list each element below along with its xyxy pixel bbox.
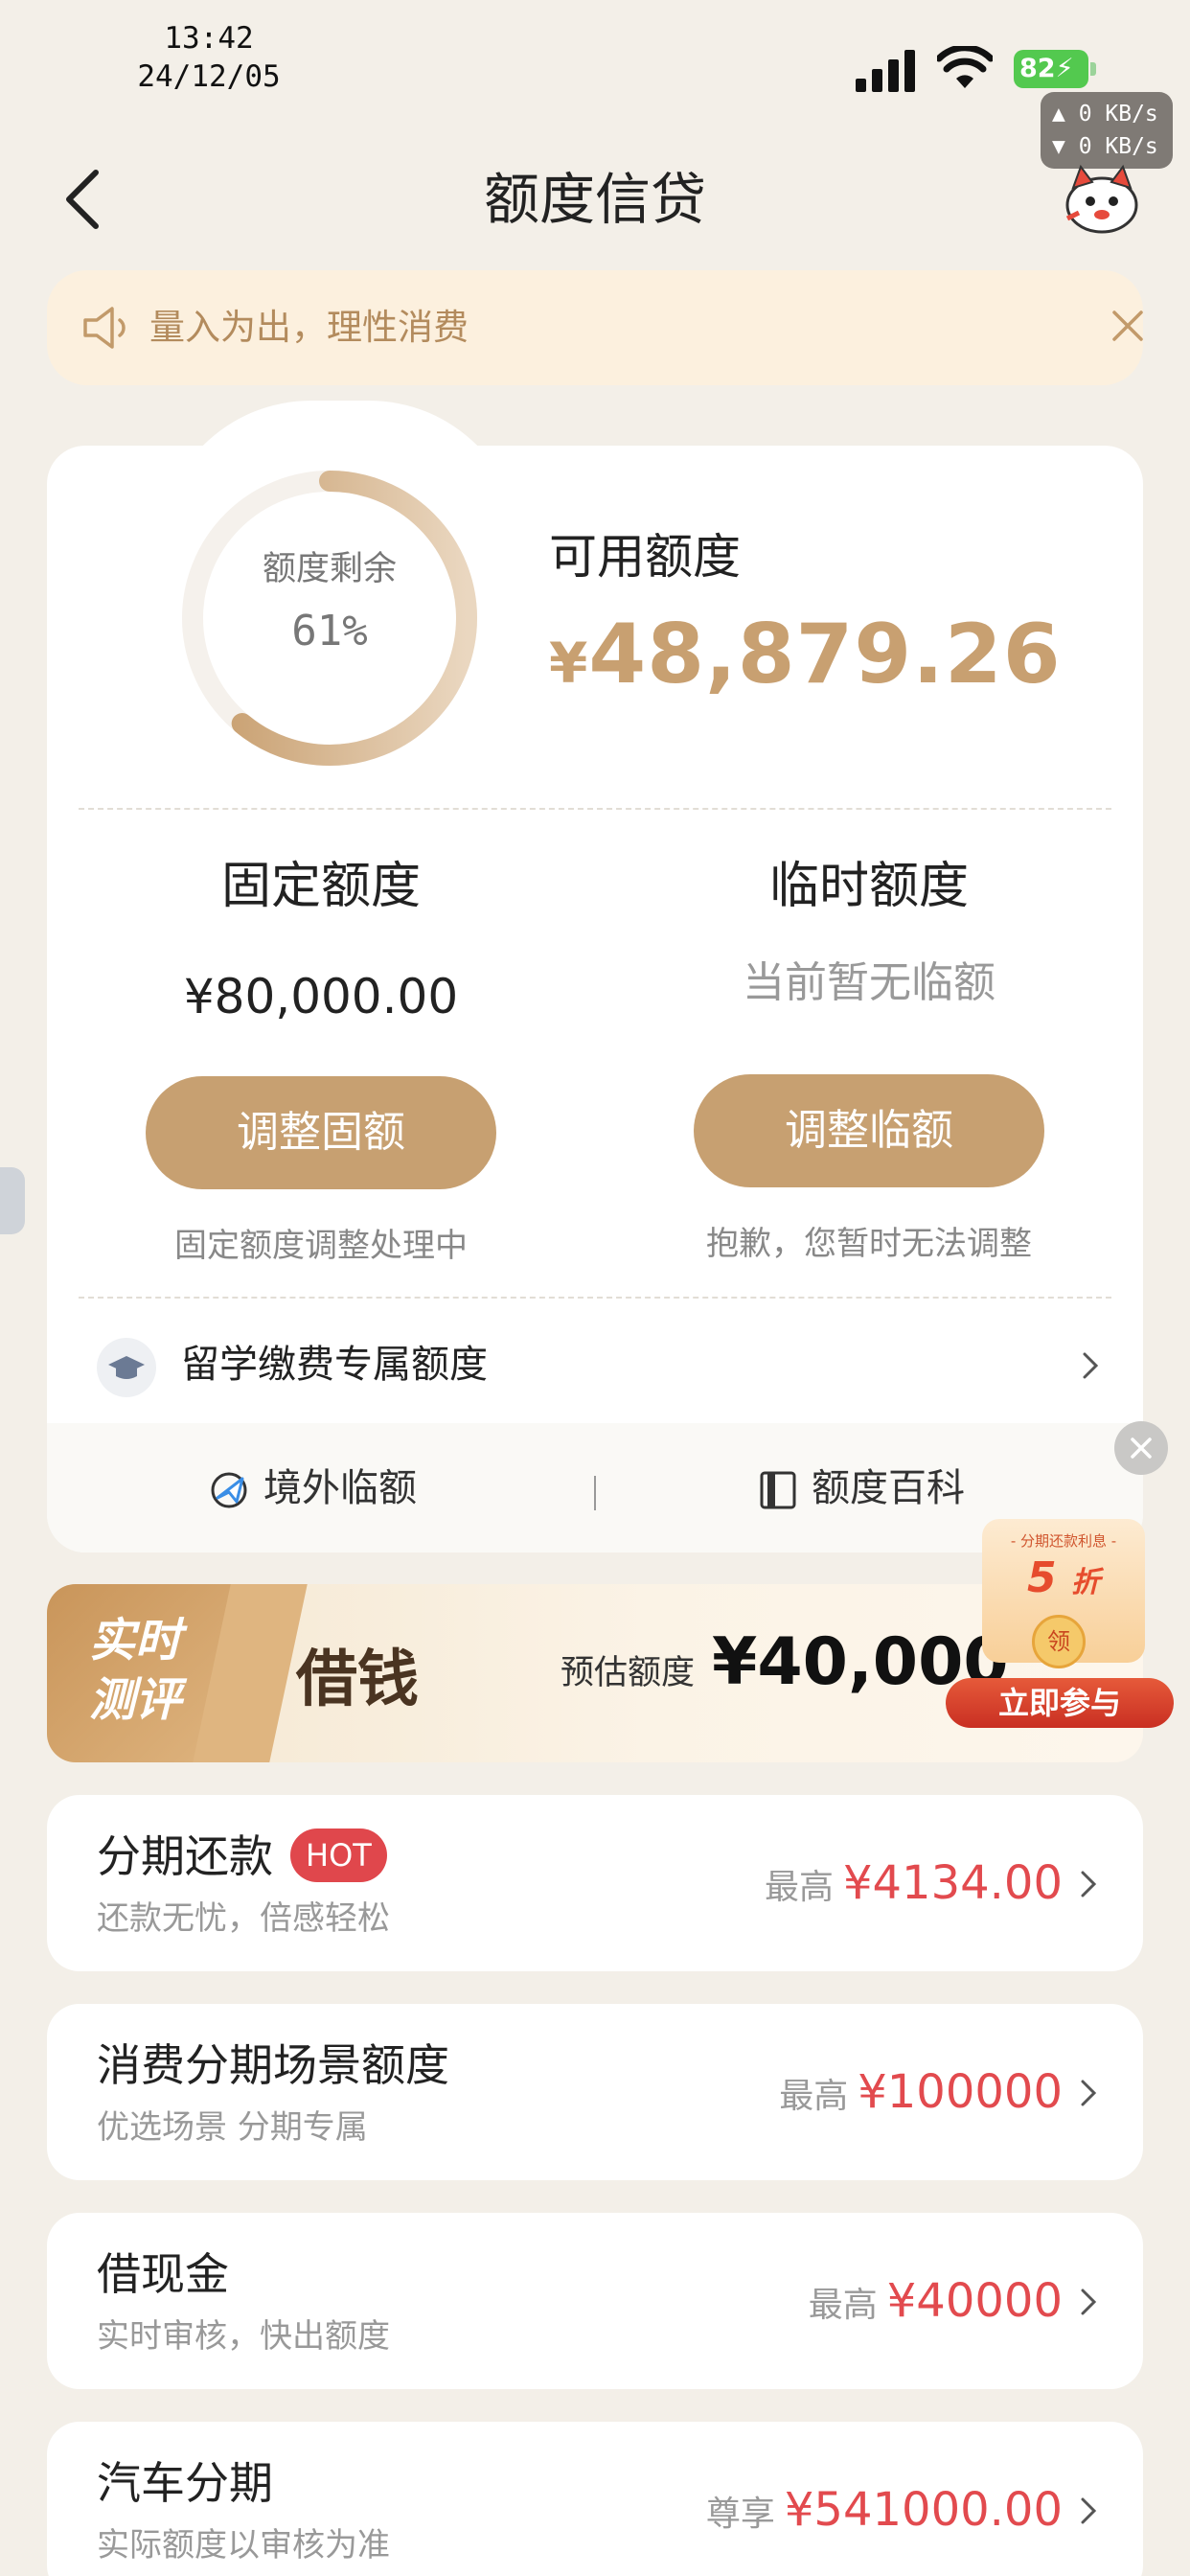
limit-prefix: 最高 bbox=[808, 2286, 878, 2325]
cellular-signal-icon bbox=[856, 50, 917, 92]
notice-bar: 量入为出，理性消费 bbox=[47, 270, 1143, 385]
close-icon bbox=[1131, 1438, 1152, 1459]
ring-percent: 61% bbox=[291, 607, 368, 656]
tag-line-1: 实时 bbox=[89, 1614, 182, 1668]
tag-line-2: 测评 bbox=[89, 1673, 182, 1727]
graduation-cap-icon bbox=[97, 1338, 156, 1397]
limit-amount: ¥40000 bbox=[886, 2274, 1063, 2328]
list-item-title: 消费分期场景额度 bbox=[97, 2039, 449, 2091]
estimate-label: 预估额度 bbox=[561, 1654, 696, 1692]
available-label: 可用额度 bbox=[549, 529, 741, 585]
list-item-title: 汽车分期 bbox=[97, 2457, 273, 2509]
status-date: 24/12/05 bbox=[137, 59, 281, 94]
list-item-installment[interactable]: 分期还款 HOT 还款无忧，倍感轻松 最高 ¥4134.00 bbox=[47, 1795, 1143, 1971]
limit-amount: ¥100000 bbox=[858, 2065, 1063, 2119]
borrow-title: 借钱 bbox=[296, 1644, 419, 1715]
divider bbox=[79, 808, 1111, 810]
limit-prefix: 最高 bbox=[779, 2077, 849, 2116]
status-time: 13:42 24/12/05 bbox=[132, 19, 286, 96]
status-bar: 13:42 24/12/05 82⚡ ▲ 0 KB/s ▼ 0 KB/s bbox=[0, 0, 1190, 169]
list-item-limit: 尊享 ¥541000.00 bbox=[706, 2479, 1063, 2545]
overseas-quota-label: 境外临额 bbox=[263, 1466, 417, 1510]
fixed-quota-column: 固定额度 ¥80,000.00 调整固额 固定额度调整处理中 bbox=[47, 848, 595, 1270]
close-icon[interactable] bbox=[1109, 307, 1147, 345]
net-up: ▲ 0 KB/s bbox=[1052, 102, 1158, 126]
chevron-right-icon bbox=[1081, 2497, 1097, 2524]
status-clock: 13:42 bbox=[164, 21, 254, 56]
chevron-right-icon bbox=[1083, 1352, 1099, 1379]
list-item-limit: 最高 ¥40000 bbox=[809, 2270, 1063, 2336]
adjust-fixed-button[interactable]: 调整固额 bbox=[146, 1076, 496, 1189]
net-down: ▼ 0 KB/s bbox=[1052, 134, 1158, 159]
close-promo-button[interactable] bbox=[1114, 1421, 1168, 1475]
list-item-consumer-installment[interactable]: 消费分期场景额度 优选场景 分期专属 最高 ¥100000 bbox=[47, 2004, 1143, 2180]
list-item-limit: 最高 ¥4134.00 bbox=[765, 1852, 1063, 1919]
credit-card: 额度剩余 61% 可用额度 ¥48,879.26 固定额度 ¥80,000.00… bbox=[47, 446, 1143, 1552]
chevron-right-icon bbox=[1081, 1871, 1097, 1898]
limit-prefix: 尊享 bbox=[705, 2495, 775, 2534]
study-abroad-label: 留学缴费专属额度 bbox=[181, 1343, 488, 1387]
battery-level: 82 bbox=[1019, 54, 1056, 83]
promo-discount-value: 5 bbox=[1027, 1553, 1057, 1602]
limit-prefix: 最高 bbox=[764, 1868, 834, 1907]
globe-plane-icon bbox=[211, 1472, 247, 1508]
limit-amount: ¥541000.00 bbox=[784, 2483, 1063, 2537]
promo-discount-unit: 折 bbox=[1070, 1566, 1100, 1599]
fixed-quota-note: 固定额度调整处理中 bbox=[174, 1227, 468, 1265]
temp-quota-status: 当前暂无临额 bbox=[743, 958, 995, 1007]
speaker-icon bbox=[83, 307, 126, 349]
temp-quota-column: 临时额度 当前暂无临额 调整临额 抱歉，您暂时无法调整 bbox=[595, 848, 1143, 1268]
currency-symbol: ¥ bbox=[549, 631, 589, 696]
list-item-subtitle: 实际额度以审核为准 bbox=[97, 2526, 390, 2564]
list-item-cash-loan[interactable]: 借现金 实时审核，快出额度 最高 ¥40000 bbox=[47, 2213, 1143, 2389]
quota-encyclopedia-label: 额度百科 bbox=[812, 1466, 965, 1510]
chevron-right-icon bbox=[1081, 2080, 1097, 2106]
floating-side-handle[interactable] bbox=[0, 1167, 25, 1234]
study-abroad-row[interactable]: 留学缴费专属额度 bbox=[47, 1313, 1143, 1418]
battery-icon: 82⚡ bbox=[1014, 50, 1096, 88]
page-title: 额度信贷 bbox=[483, 167, 706, 232]
list-item-title: 分期还款 bbox=[97, 1830, 273, 1882]
list-item-title: 借现金 bbox=[97, 2248, 229, 2300]
hot-badge: HOT bbox=[290, 1828, 387, 1882]
book-icon bbox=[760, 1471, 796, 1509]
notice-text: 量入为出，理性消费 bbox=[149, 307, 469, 348]
wifi-icon bbox=[937, 46, 993, 88]
overseas-quota-link[interactable]: 境外临额 bbox=[208, 1450, 417, 1527]
chevron-right-icon bbox=[1081, 2288, 1097, 2315]
adjust-temp-button[interactable]: 调整临额 bbox=[694, 1074, 1044, 1187]
promo-top-text: - 分期还款利息 - bbox=[1010, 1532, 1117, 1550]
list-item-limit: 最高 ¥100000 bbox=[779, 2061, 1063, 2128]
temp-quota-note: 抱歉，您暂时无法调整 bbox=[706, 1225, 1032, 1263]
list-item-car-installment[interactable]: 汽车分期 实际额度以审核为准 尊享 ¥541000.00 bbox=[47, 2422, 1143, 2576]
available-value: 48,879.26 bbox=[588, 607, 1062, 702]
quota-encyclopedia-link[interactable]: 额度百科 bbox=[758, 1450, 965, 1527]
network-speed: ▲ 0 KB/s ▼ 0 KB/s bbox=[1041, 92, 1173, 169]
temp-quota-label: 临时额度 bbox=[768, 858, 969, 915]
available-amount: ¥48,879.26 bbox=[549, 607, 1062, 702]
list-item-subtitle: 还款无忧，倍感轻松 bbox=[97, 1899, 390, 1938]
limit-amount: ¥4134.00 bbox=[842, 1856, 1063, 1910]
mascot-icon[interactable] bbox=[1064, 163, 1140, 234]
fixed-quota-label: 固定额度 bbox=[220, 858, 421, 915]
divider bbox=[79, 1297, 1111, 1299]
list-item-subtitle: 优选场景 分期专属 bbox=[97, 2108, 368, 2147]
coin-icon: 领 bbox=[1032, 1615, 1086, 1668]
promo-badge[interactable]: - 分期还款利息 - 5 折 领 立即参与 bbox=[944, 1519, 1179, 1730]
separator bbox=[594, 1476, 596, 1510]
promo-discount: 5 折 bbox=[982, 1553, 1145, 1602]
fixed-quota-amount: ¥80,000.00 bbox=[183, 969, 459, 1024]
realtime-tag: 实时 测评 bbox=[47, 1584, 250, 1762]
join-now-button[interactable]: 立即参与 bbox=[946, 1678, 1174, 1728]
list-item-subtitle: 实时审核，快出额度 bbox=[97, 2317, 390, 2356]
ring-label: 额度剩余 bbox=[262, 550, 397, 588]
